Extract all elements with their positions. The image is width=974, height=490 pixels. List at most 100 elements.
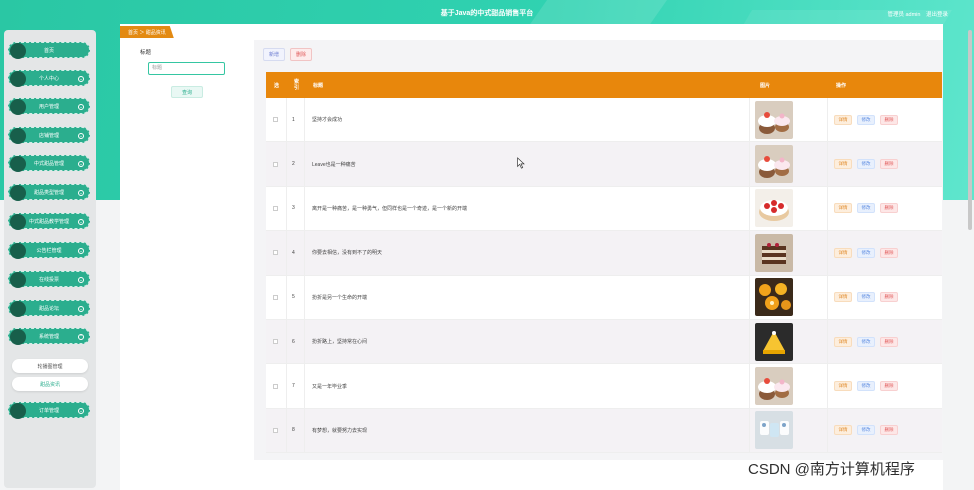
edit-button[interactable]: 修改 (857, 381, 875, 392)
sidebar-item-5[interactable]: 中式甜品管理 ⌄ (8, 155, 90, 172)
delete-button[interactable]: 删除 (880, 292, 898, 303)
row-index: 8 (292, 427, 295, 434)
delete-button[interactable]: 删除 (880, 336, 898, 347)
bulk-delete-button[interactable]: 删除 (290, 48, 312, 61)
table-row[interactable]: 3 离开是一种痛苦，是一种勇气，但同样也是一个奇迹，是一个新的开端 详情 修改 删除 (266, 186, 942, 232)
detail-button[interactable]: 详情 (834, 247, 852, 258)
menu-dot-icon (10, 243, 26, 259)
sidebar-subitem-2[interactable]: 甜品资讯 (12, 377, 88, 391)
sidebar-item-10[interactable]: 甜品论坛 ⌄ (8, 300, 90, 317)
watermark: CSDN @南方计算机程序 (748, 461, 915, 478)
table-row[interactable]: 7 又是一年毕业季 详情 修改 删除 (266, 364, 942, 409)
menu-dot-icon (10, 128, 26, 144)
sidebar-item-1[interactable]: 首页 (8, 42, 90, 59)
menu-dot-icon (10, 329, 26, 345)
sidebar-item-4[interactable]: 店铺管理 ⌄ (8, 127, 90, 144)
logout-link[interactable]: 退出登录 (926, 12, 948, 18)
detail-button[interactable]: 详情 (834, 203, 852, 214)
search-button[interactable]: 查询 (171, 86, 203, 98)
table-row[interactable]: 2 Leave也是一种痛苦 详情 修改 删除 (266, 142, 942, 187)
search-input[interactable]: 标题 (148, 62, 225, 75)
menu-dot-icon (10, 272, 26, 288)
tarts-image (755, 278, 793, 317)
sidebar-item-label: 中式甜品教学管理 (28, 218, 69, 225)
row-title: 有梦想，就要努力去实现 (312, 427, 368, 434)
table-row[interactable]: 6 扮折路上，坚持常在心间 详情 修改 删除 (266, 319, 942, 365)
header-index: 索引 (294, 79, 300, 91)
row-checkbox[interactable] (273, 383, 278, 389)
edit-button[interactable]: 修改 (857, 159, 875, 170)
add-button[interactable]: 新增 (263, 48, 285, 61)
row-image-cell (755, 142, 793, 185)
sidebar-subitem-1[interactable]: 轮播图管理 (12, 359, 88, 373)
sidebar-item-11[interactable]: 系统管理 ⌃ (8, 328, 90, 345)
sidebar-item-label: 甜品论坛 (38, 305, 59, 312)
row-image-cell (755, 409, 793, 452)
row-image-cell (755, 231, 793, 274)
delete-button[interactable]: 删除 (880, 159, 898, 170)
table-row[interactable]: 5 扮折是另一个生命的开端 详情 修改 删除 (266, 275, 942, 320)
menu-dot-icon (10, 185, 26, 201)
sidebar-item-orders[interactable]: 订单管理 ⌄ (8, 402, 90, 419)
detail-button[interactable]: 详情 (834, 381, 852, 392)
edit-button[interactable]: 修改 (857, 336, 875, 347)
cupcake-image (755, 100, 793, 139)
detail-button[interactable]: 详情 (834, 425, 852, 436)
breadcrumb[interactable]: 首页 ＞ 甜品资讯 (120, 26, 174, 38)
row-image-cell (755, 364, 793, 407)
delete-button[interactable]: 删除 (880, 114, 898, 125)
search-label: 标题 (140, 50, 152, 56)
menu-dot-icon (10, 43, 26, 59)
row-checkbox[interactable] (273, 427, 278, 433)
row-image-cell (755, 276, 793, 319)
mouse-cursor-icon (517, 157, 525, 169)
delete-button[interactable]: 删除 (880, 425, 898, 436)
table-row[interactable]: 1 坚持才会成功 详情 修改 删除 (266, 98, 942, 143)
layer-cake-image (755, 233, 793, 272)
row-index: 6 (292, 338, 295, 345)
edit-button[interactable]: 修改 (857, 292, 875, 303)
sidebar-item-label: 公告栏管理 (36, 247, 62, 254)
menu-dot-icon (10, 99, 26, 115)
detail-button[interactable]: 详情 (834, 159, 852, 170)
sidebar-item-6[interactable]: 甜品类型管理 ⌄ (8, 184, 90, 201)
delete-button[interactable]: 删除 (880, 381, 898, 392)
delete-button[interactable]: 删除 (880, 247, 898, 258)
sidebar-item-9[interactable]: 在线投票 ⌄ (8, 271, 90, 288)
sidebar-item-7[interactable]: 中式甜品教学管理 ⌄ (8, 213, 90, 230)
page-scrollbar[interactable] (968, 30, 972, 230)
row-title: 坚持才会成功 (312, 117, 343, 124)
detail-button[interactable]: 详情 (834, 114, 852, 125)
detail-button[interactable]: 详情 (834, 292, 852, 303)
sidebar-item-label: 个人中心 (38, 75, 59, 82)
news-table: 选 索引 标题 图片 操作 1 坚持才会成功 详情 修改 删除 2 Leave也是一种痛苦详… (266, 72, 942, 454)
sidebar-item-label: 甜品类型管理 (33, 189, 64, 196)
sidebar-item-label: 订单管理 (38, 407, 59, 414)
menu-dot-icon (10, 403, 26, 419)
edit-button[interactable]: 修改 (857, 247, 875, 258)
row-checkbox[interactable] (273, 250, 278, 256)
row-checkbox[interactable] (273, 117, 278, 123)
row-checkbox[interactable] (273, 294, 278, 300)
sidebar-item-2[interactable]: 个人中心 ⌄ (8, 70, 90, 87)
edit-button[interactable]: 修改 (857, 425, 875, 436)
row-title: 扮折是另一个生命的开端 (312, 294, 368, 301)
chevron-down-icon: ⌄ (78, 133, 84, 139)
edit-button[interactable]: 修改 (857, 203, 875, 214)
row-checkbox[interactable] (273, 205, 278, 211)
edit-button[interactable]: 修改 (857, 114, 875, 125)
table-row[interactable]: 4 你要去相信，没有到不了的明天 详情 修改 删除 (266, 231, 942, 276)
header-select[interactable]: 选 (274, 72, 279, 98)
row-checkbox[interactable] (273, 161, 278, 167)
detail-button[interactable]: 详情 (834, 336, 852, 347)
menu-dot-icon (10, 71, 26, 87)
sidebar-item-label: 用户管理 (38, 103, 59, 110)
chevron-down-icon: ⌄ (78, 76, 84, 82)
table-row[interactable]: 8 有梦想，就要努力去实现 详情 修改 删除 (266, 408, 942, 454)
row-checkbox[interactable] (273, 339, 278, 345)
sidebar-item-label: 在线投票 (38, 276, 59, 283)
delete-button[interactable]: 删除 (880, 203, 898, 214)
sidebar-item-8[interactable]: 公告栏管理 ⌄ (8, 242, 90, 259)
chevron-down-icon: ⌄ (78, 248, 84, 254)
sidebar-item-3[interactable]: 用户管理 ⌄ (8, 98, 90, 115)
